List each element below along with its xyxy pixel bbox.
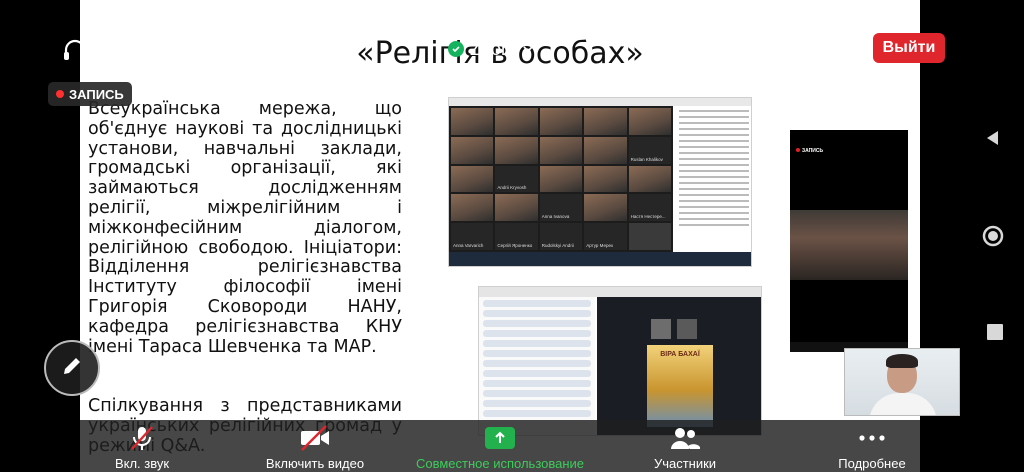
participant-name: Rudolskyi Andrii xyxy=(541,242,574,248)
more-icon xyxy=(854,423,890,453)
browser-screenshot: ВІРА БАХАЇ xyxy=(478,286,762,436)
windows-taskbar xyxy=(449,252,751,266)
presentation-viewer: ВІРА БАХАЇ xyxy=(597,297,761,435)
slide-paragraph-network: Всеукраїнська мережа, що об'єднує науков… xyxy=(88,99,402,357)
home-icon[interactable] xyxy=(981,224,1005,248)
participant-name: Anna Varvarich xyxy=(453,242,484,248)
meeting-toolbar: Вкл. звук Включить видео Совместное испо… xyxy=(80,420,920,472)
share-screen-button[interactable]: Совместное использование xyxy=(410,420,590,472)
participant-name: Настя Нестерe... xyxy=(630,214,666,220)
back-icon[interactable] xyxy=(983,128,1003,148)
zoom-meeting-screen: «Релігія в особах» Всеукраїнська мережа,… xyxy=(0,0,1024,472)
start-video-button[interactable]: Включить видео xyxy=(260,420,370,472)
participant-name: Andrii Kryvosh xyxy=(497,185,527,191)
participant-name: Anna Ivanova xyxy=(541,214,570,220)
zoom-gallery-screenshot: Ruslan Khalikov Andrii Kryvosh Anna Ivan… xyxy=(448,97,752,267)
self-video-thumbnail[interactable] xyxy=(844,348,960,416)
headphones-icon[interactable] xyxy=(60,36,90,66)
leave-button[interactable]: Выйти xyxy=(873,33,945,63)
video-off-icon xyxy=(297,423,333,453)
share-screen-icon xyxy=(482,423,518,453)
book-cover: ВІРА БАХАЇ xyxy=(647,345,713,427)
slide-text: Всеукраїнська мережа, що об'єднує науков… xyxy=(88,99,402,457)
chat-list xyxy=(479,297,595,435)
participant-grid: Ruslan Khalikov Andrii Kryvosh Anna Ivan… xyxy=(449,106,673,252)
share-screen-label: Совместное использование xyxy=(415,456,585,471)
recording-dot-icon xyxy=(56,90,64,98)
participants-label: Участники xyxy=(653,456,717,471)
more-button[interactable]: Подробнее xyxy=(824,420,920,472)
app-title-label: Zoom xyxy=(470,38,517,59)
document-panel xyxy=(675,106,751,252)
pencil-icon xyxy=(60,354,84,383)
recording-label: ЗАПИСЬ xyxy=(69,86,124,102)
phone-screenshot: ЗАПИСЬ xyxy=(790,130,908,352)
annotate-button[interactable] xyxy=(44,340,100,396)
chevron-down-icon xyxy=(522,39,534,60)
mic-off-icon xyxy=(124,423,160,453)
phone-recording-label: ЗАПИСЬ xyxy=(796,148,823,154)
participant-name: Сергій Яроненко xyxy=(497,242,533,248)
unmute-label: Вкл. звук xyxy=(114,456,170,471)
shared-slide: «Релігія в особах» Всеукраїнська мережа,… xyxy=(80,0,920,472)
meeting-title[interactable]: Zoom xyxy=(448,38,534,60)
participants-icon xyxy=(667,423,703,453)
participant-name: Ruslan Khalikov xyxy=(630,156,663,162)
participant-name: Артур Мерех xyxy=(586,242,614,248)
shield-check-icon xyxy=(448,41,464,57)
participants-button[interactable]: Участники xyxy=(640,420,730,472)
recent-apps-icon[interactable] xyxy=(987,324,1003,340)
unmute-button[interactable]: Вкл. звук xyxy=(94,420,190,472)
recording-badge: ЗАПИСЬ xyxy=(48,82,132,106)
start-video-label: Включить видео xyxy=(265,456,365,471)
more-label: Подробнее xyxy=(838,456,906,471)
